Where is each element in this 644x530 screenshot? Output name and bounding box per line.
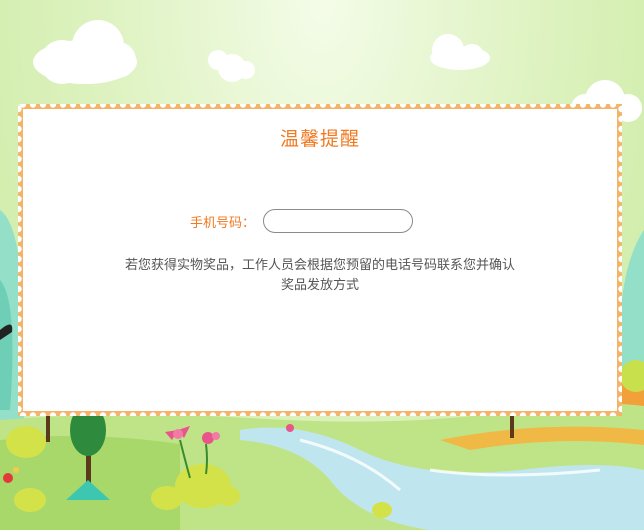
phone-number-input[interactable] xyxy=(263,209,414,233)
notice-line-2: 奖品发放方式 xyxy=(280,278,359,293)
dialog-title: 温馨提醒 xyxy=(279,128,360,150)
cloud-icon xyxy=(430,34,490,70)
promo-page: 温馨提醒 手机号码： 若您获得实物奖品，工作人员会根据您预留的电话号码联系您并确… xyxy=(0,0,644,530)
phone-label: 手机号码： xyxy=(190,215,256,231)
cloud-icon xyxy=(33,20,137,84)
cloud-icon xyxy=(208,50,255,82)
prize-notice: 若您获得实物奖品，工作人员会根据您预留的电话号码联系您并确认 奖品发放方式 xyxy=(18,256,622,296)
reminder-dialog: 温馨提醒 手机号码： 若您获得实物奖品，工作人员会根据您预留的电话号码联系您并确… xyxy=(18,104,622,416)
phone-row: 手机号码： xyxy=(190,208,414,234)
notice-line-1: 若您获得实物奖品，工作人员会根据您预留的电话号码联系您并确认 xyxy=(124,258,515,273)
